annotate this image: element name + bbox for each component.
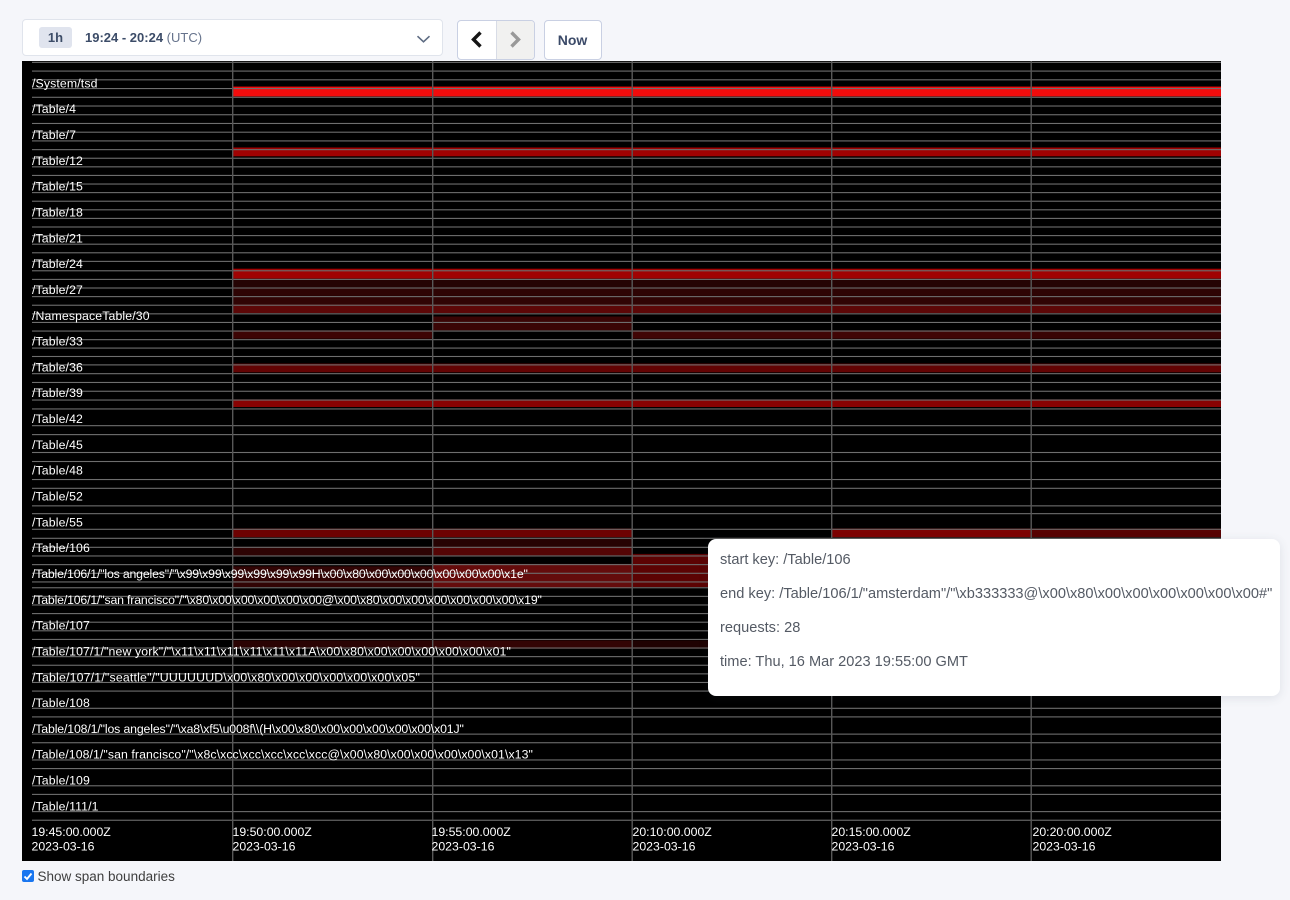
svg-text:/Table/21: /Table/21	[32, 231, 83, 245]
svg-text:/Table/55: /Table/55	[32, 515, 83, 529]
svg-text:/Table/107/1/"seattle"/"UUUUUU: /Table/107/1/"seattle"/"UUUUUUD\x00\x80\…	[32, 670, 420, 684]
svg-text:/Table/42: /Table/42	[32, 412, 83, 426]
svg-text:2023-03-16: 2023-03-16	[1032, 840, 1095, 854]
svg-text:20:20:00.000Z: 20:20:00.000Z	[1032, 825, 1112, 839]
svg-text:/Table/108/1/"san francisco"/": /Table/108/1/"san francisco"/"\x8c\xcc\x…	[32, 748, 533, 762]
svg-text:/NamespaceTable/30: /NamespaceTable/30	[32, 309, 150, 323]
svg-text:/Table/108/1/"los angeles"/"\x: /Table/108/1/"los angeles"/"\xa8\xf5\u00…	[32, 722, 464, 736]
svg-text:/Table/106/1/"san francisco"/": /Table/106/1/"san francisco"/"\x80\x00\x…	[32, 593, 542, 607]
svg-text:/Table/111/1: /Table/111/1	[32, 799, 99, 813]
svg-text:/Table/106/1/"los angeles"/"\x: /Table/106/1/"los angeles"/"\x99\x99\x99…	[32, 567, 528, 581]
svg-text:/Table/109: /Table/109	[32, 774, 90, 788]
svg-text:/Table/52: /Table/52	[32, 490, 83, 504]
svg-text:2023-03-16: 2023-03-16	[831, 840, 894, 854]
svg-text:/Table/7: /Table/7	[32, 128, 76, 142]
svg-text:/System/tsd: /System/tsd	[32, 76, 98, 90]
svg-text:2023-03-16: 2023-03-16	[431, 840, 494, 854]
svg-text:/Table/24: /Table/24	[32, 257, 83, 271]
svg-text:/Table/107/1/"new york"/"\x11\: /Table/107/1/"new york"/"\x11\x11\x11\x1…	[32, 644, 511, 658]
svg-text:/Table/27: /Table/27	[32, 283, 83, 297]
svg-text:/Table/48: /Table/48	[32, 464, 83, 478]
svg-text:/Table/108: /Table/108	[32, 696, 90, 710]
svg-text:/Table/39: /Table/39	[32, 386, 83, 400]
svg-text:/Table/12: /Table/12	[32, 154, 83, 168]
svg-text:/Table/36: /Table/36	[32, 360, 83, 374]
svg-text:/Table/45: /Table/45	[32, 438, 83, 452]
svg-text:2023-03-16: 2023-03-16	[232, 840, 295, 854]
svg-text:/Table/33: /Table/33	[32, 335, 83, 349]
svg-text:/Table/18: /Table/18	[32, 206, 83, 220]
svg-text:19:55:00.000Z: 19:55:00.000Z	[431, 825, 511, 839]
svg-text:/Table/106: /Table/106	[32, 541, 90, 555]
svg-text:19:50:00.000Z: 19:50:00.000Z	[232, 825, 312, 839]
svg-text:20:15:00.000Z: 20:15:00.000Z	[831, 825, 911, 839]
svg-text:20:10:00.000Z: 20:10:00.000Z	[632, 825, 712, 839]
svg-text:/Table/15: /Table/15	[32, 180, 83, 194]
svg-text:/Table/107: /Table/107	[32, 619, 90, 633]
svg-text:2023-03-16: 2023-03-16	[632, 840, 695, 854]
svg-text:19:45:00.000Z: 19:45:00.000Z	[31, 825, 111, 839]
svg-text:2023-03-16: 2023-03-16	[31, 840, 94, 854]
svg-text:/Table/4: /Table/4	[32, 102, 76, 116]
